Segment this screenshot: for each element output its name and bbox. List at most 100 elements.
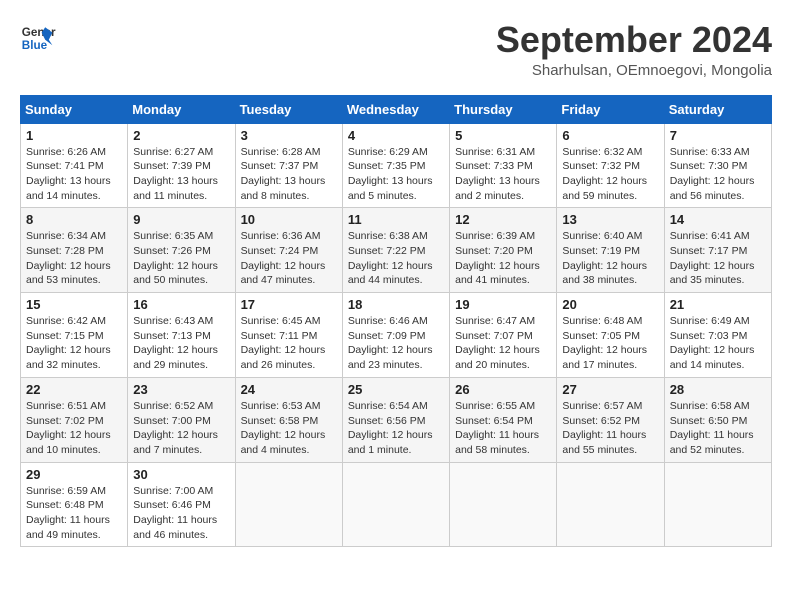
day-info: Sunrise: 6:59 AM Sunset: 6:48 PM Dayligh… (26, 484, 122, 543)
day-info: Sunrise: 6:49 AM Sunset: 7:03 PM Dayligh… (670, 314, 766, 373)
day-info: Sunrise: 6:45 AM Sunset: 7:11 PM Dayligh… (241, 314, 337, 373)
day-number: 18 (348, 297, 444, 312)
day-number: 15 (26, 297, 122, 312)
calendar-cell: 19 Sunrise: 6:47 AM Sunset: 7:07 PM Dayli… (450, 293, 557, 378)
calendar-cell: 22 Sunrise: 6:51 AM Sunset: 7:02 PM Dayli… (21, 377, 128, 462)
calendar-week-row: 29Sunrise: 6:59 AM Sunset: 6:48 PM Dayli… (21, 462, 772, 547)
day-number: 30 (133, 467, 229, 482)
calendar-cell: 12Sunrise: 6:39 AM Sunset: 7:20 PM Dayli… (450, 208, 557, 293)
calendar-week-row: 1Sunrise: 6:26 AM Sunset: 7:41 PM Daylig… (21, 123, 772, 208)
day-number: 7 (670, 128, 766, 143)
weekday-header-row: SundayMondayTuesdayWednesdayThursdayFrid… (21, 95, 772, 123)
day-info: Sunrise: 6:55 AM Sunset: 6:54 PM Dayligh… (455, 399, 551, 458)
day-info: Sunrise: 6:48 AM Sunset: 7:05 PM Dayligh… (562, 314, 658, 373)
calendar-cell: 21 Sunrise: 6:49 AM Sunset: 7:03 PM Dayli… (664, 293, 771, 378)
day-info: Sunrise: 6:51 AM Sunset: 7:02 PM Dayligh… (26, 399, 122, 458)
calendar-cell: 8 Sunrise: 6:34 AM Sunset: 7:28 PM Daylig… (21, 208, 128, 293)
calendar-cell: 24Sunrise: 6:53 AM Sunset: 6:58 PM Dayli… (235, 377, 342, 462)
calendar-cell (557, 462, 664, 547)
calendar-cell: 3Sunrise: 6:28 AM Sunset: 7:37 PM Daylig… (235, 123, 342, 208)
weekday-header-friday: Friday (557, 95, 664, 123)
day-number: 16 (133, 297, 229, 312)
month-title: September 2024 (496, 20, 772, 60)
day-number: 9 (133, 212, 229, 227)
calendar-table: SundayMondayTuesdayWednesdayThursdayFrid… (20, 95, 772, 548)
calendar-cell: 28Sunrise: 6:58 AM Sunset: 6:50 PM Dayli… (664, 377, 771, 462)
calendar-cell: 4Sunrise: 6:29 AM Sunset: 7:35 PM Daylig… (342, 123, 449, 208)
day-info: Sunrise: 6:54 AM Sunset: 6:56 PM Dayligh… (348, 399, 444, 458)
calendar-cell (664, 462, 771, 547)
calendar-cell: 16 Sunrise: 6:43 AM Sunset: 7:13 PM Dayli… (128, 293, 235, 378)
page-header: General Blue September 2024 Sharhulsan, … (20, 20, 772, 79)
day-number: 14 (670, 212, 766, 227)
day-number: 5 (455, 128, 551, 143)
calendar-cell: 9 Sunrise: 6:35 AM Sunset: 7:26 PM Daylig… (128, 208, 235, 293)
calendar-cell (235, 462, 342, 547)
calendar-cell: 7 Sunrise: 6:33 AM Sunset: 7:30 PM Daylig… (664, 123, 771, 208)
calendar-cell: 27 Sunrise: 6:57 AM Sunset: 6:52 PM Dayli… (557, 377, 664, 462)
calendar-cell: 20 Sunrise: 6:48 AM Sunset: 7:05 PM Dayli… (557, 293, 664, 378)
day-number: 1 (26, 128, 122, 143)
day-info: Sunrise: 6:40 AM Sunset: 7:19 PM Dayligh… (562, 229, 658, 288)
day-info: Sunrise: 6:43 AM Sunset: 7:13 PM Dayligh… (133, 314, 229, 373)
day-info: Sunrise: 6:27 AM Sunset: 7:39 PM Dayligh… (133, 145, 229, 204)
day-info: Sunrise: 6:38 AM Sunset: 7:22 PM Dayligh… (348, 229, 444, 288)
day-number: 23 (133, 382, 229, 397)
location: Sharhulsan, OEmnoegovi, Mongolia (496, 62, 772, 79)
calendar-week-row: 22 Sunrise: 6:51 AM Sunset: 7:02 PM Dayli… (21, 377, 772, 462)
day-info: Sunrise: 6:47 AM Sunset: 7:07 PM Dayligh… (455, 314, 551, 373)
calendar-cell: 23 Sunrise: 6:52 AM Sunset: 7:00 PM Dayli… (128, 377, 235, 462)
logo: General Blue (20, 20, 56, 56)
title-block: September 2024 Sharhulsan, OEmnoegovi, M… (496, 20, 772, 79)
day-number: 21 (670, 297, 766, 312)
day-number: 19 (455, 297, 551, 312)
calendar-cell (342, 462, 449, 547)
day-info: Sunrise: 7:00 AM Sunset: 6:46 PM Dayligh… (133, 484, 229, 543)
calendar-cell: 26 Sunrise: 6:55 AM Sunset: 6:54 PM Dayli… (450, 377, 557, 462)
day-info: Sunrise: 6:29 AM Sunset: 7:35 PM Dayligh… (348, 145, 444, 204)
calendar-cell: 18 Sunrise: 6:46 AM Sunset: 7:09 PM Dayli… (342, 293, 449, 378)
day-number: 2 (133, 128, 229, 143)
day-info: Sunrise: 6:28 AM Sunset: 7:37 PM Dayligh… (241, 145, 337, 204)
day-number: 22 (26, 382, 122, 397)
day-number: 8 (26, 212, 122, 227)
day-info: Sunrise: 6:39 AM Sunset: 7:20 PM Dayligh… (455, 229, 551, 288)
weekday-header-tuesday: Tuesday (235, 95, 342, 123)
logo-icon: General Blue (20, 20, 56, 56)
calendar-week-row: 8 Sunrise: 6:34 AM Sunset: 7:28 PM Daylig… (21, 208, 772, 293)
calendar-cell: 13 Sunrise: 6:40 AM Sunset: 7:19 PM Dayli… (557, 208, 664, 293)
day-number: 13 (562, 212, 658, 227)
day-info: Sunrise: 6:33 AM Sunset: 7:30 PM Dayligh… (670, 145, 766, 204)
day-number: 26 (455, 382, 551, 397)
calendar-cell: 15 Sunrise: 6:42 AM Sunset: 7:15 PM Dayli… (21, 293, 128, 378)
calendar-cell: 6 Sunrise: 6:32 AM Sunset: 7:32 PM Daylig… (557, 123, 664, 208)
day-number: 17 (241, 297, 337, 312)
calendar-cell (450, 462, 557, 547)
day-number: 11 (348, 212, 444, 227)
day-number: 27 (562, 382, 658, 397)
day-info: Sunrise: 6:46 AM Sunset: 7:09 PM Dayligh… (348, 314, 444, 373)
day-info: Sunrise: 6:41 AM Sunset: 7:17 PM Dayligh… (670, 229, 766, 288)
day-number: 20 (562, 297, 658, 312)
day-info: Sunrise: 6:35 AM Sunset: 7:26 PM Dayligh… (133, 229, 229, 288)
weekday-header-saturday: Saturday (664, 95, 771, 123)
calendar-cell: 1Sunrise: 6:26 AM Sunset: 7:41 PM Daylig… (21, 123, 128, 208)
day-info: Sunrise: 6:42 AM Sunset: 7:15 PM Dayligh… (26, 314, 122, 373)
day-info: Sunrise: 6:52 AM Sunset: 7:00 PM Dayligh… (133, 399, 229, 458)
day-info: Sunrise: 6:57 AM Sunset: 6:52 PM Dayligh… (562, 399, 658, 458)
calendar-cell: 11 Sunrise: 6:38 AM Sunset: 7:22 PM Dayli… (342, 208, 449, 293)
calendar-cell: 17 Sunrise: 6:45 AM Sunset: 7:11 PM Dayli… (235, 293, 342, 378)
day-number: 6 (562, 128, 658, 143)
weekday-header-sunday: Sunday (21, 95, 128, 123)
weekday-header-monday: Monday (128, 95, 235, 123)
calendar-cell: 10Sunrise: 6:36 AM Sunset: 7:24 PM Dayli… (235, 208, 342, 293)
day-number: 28 (670, 382, 766, 397)
calendar-cell: 14 Sunrise: 6:41 AM Sunset: 7:17 PM Dayli… (664, 208, 771, 293)
calendar-week-row: 15 Sunrise: 6:42 AM Sunset: 7:15 PM Dayli… (21, 293, 772, 378)
calendar-cell: 29Sunrise: 6:59 AM Sunset: 6:48 PM Dayli… (21, 462, 128, 547)
day-info: Sunrise: 6:32 AM Sunset: 7:32 PM Dayligh… (562, 145, 658, 204)
calendar-cell: 30 Sunrise: 7:00 AM Sunset: 6:46 PM Dayli… (128, 462, 235, 547)
day-info: Sunrise: 6:31 AM Sunset: 7:33 PM Dayligh… (455, 145, 551, 204)
day-info: Sunrise: 6:34 AM Sunset: 7:28 PM Dayligh… (26, 229, 122, 288)
day-info: Sunrise: 6:53 AM Sunset: 6:58 PM Dayligh… (241, 399, 337, 458)
